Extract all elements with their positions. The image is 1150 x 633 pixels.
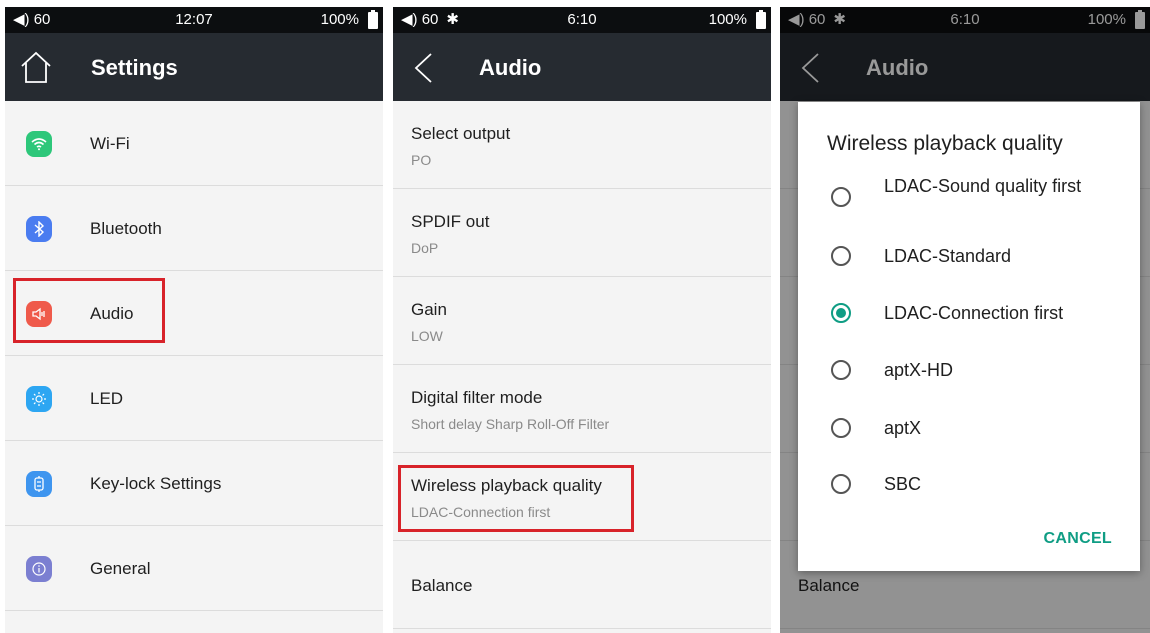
cancel-button[interactable]: CANCEL bbox=[1044, 530, 1112, 548]
setting-gain[interactable]: Gain LOW bbox=[393, 277, 771, 365]
back-arrow-icon[interactable] bbox=[413, 52, 433, 84]
radio-option-ldac-standard[interactable]: LDAC-Standard bbox=[798, 236, 1140, 276]
setting-value: Short delay Sharp Roll-Off Filter bbox=[411, 416, 610, 432]
app-bar: Audio bbox=[393, 33, 771, 101]
audio-settings-list: Select output PO SPDIF out DoP Gain LOW … bbox=[393, 101, 771, 629]
option-label: aptX-HD bbox=[884, 360, 954, 380]
radio-checked-icon[interactable] bbox=[831, 303, 851, 323]
setting-select-output[interactable]: Select output PO bbox=[393, 101, 771, 189]
radio-option-sbc[interactable]: SBC bbox=[798, 464, 1140, 504]
setting-spdif-out[interactable]: SPDIF out DoP bbox=[393, 189, 771, 277]
settings-item-key-lock[interactable]: Key-lock Settings bbox=[5, 441, 383, 526]
option-label: LDAC-Sound quality first bbox=[884, 176, 1082, 196]
wifi-icon bbox=[26, 131, 52, 157]
radio-option-aptx[interactable]: aptX bbox=[798, 408, 1140, 448]
setting-title: Select output bbox=[411, 124, 511, 143]
radio-unchecked-icon[interactable] bbox=[831, 418, 851, 438]
settings-item-audio[interactable]: Audio bbox=[5, 271, 383, 356]
option-label: LDAC-Connection first bbox=[884, 303, 1064, 323]
setting-title: Balance bbox=[411, 576, 473, 595]
settings-screen: ◀) 60 12:07 100% Settings Wi-Fi Bluetoot… bbox=[5, 7, 383, 633]
setting-value: LOW bbox=[411, 328, 443, 344]
status-bar: ◀) 60 ✱ 6:10 100% bbox=[393, 7, 771, 33]
option-label: LDAC-Standard bbox=[884, 246, 1012, 266]
status-bar: ◀) 60 12:07 100% bbox=[5, 7, 383, 33]
bluetooth-icon bbox=[26, 216, 52, 242]
settings-item-label: Wi-Fi bbox=[90, 134, 130, 153]
option-label: SBC bbox=[884, 474, 922, 494]
highlight-box bbox=[13, 278, 165, 343]
radio-unchecked-icon[interactable] bbox=[831, 360, 851, 380]
settings-list: Wi-Fi Bluetooth Audio LED Key-lock Setti… bbox=[5, 101, 383, 611]
dialog-title: Wireless playback quality bbox=[827, 132, 1063, 155]
lock-icon bbox=[26, 471, 52, 497]
page-title: Audio bbox=[479, 55, 542, 80]
radio-unchecked-icon[interactable] bbox=[831, 187, 851, 207]
setting-wireless-playback-quality[interactable]: Wireless playback quality LDAC-Connectio… bbox=[393, 453, 771, 541]
setting-title: SPDIF out bbox=[411, 212, 490, 231]
radio-option-ldac-sound-quality-first[interactable]: LDAC-Sound quality first bbox=[798, 176, 1140, 217]
radio-option-aptx-hd[interactable]: aptX-HD bbox=[798, 350, 1140, 390]
radio-option-ldac-connection-first[interactable]: LDAC-Connection first bbox=[798, 293, 1140, 333]
home-icon[interactable] bbox=[19, 50, 53, 84]
page-title: Settings bbox=[91, 55, 178, 80]
setting-value: PO bbox=[411, 152, 432, 168]
settings-item-general[interactable]: General bbox=[5, 526, 383, 611]
setting-digital-filter-mode[interactable]: Digital filter mode Short delay Sharp Ro… bbox=[393, 365, 771, 453]
battery-level: 100% bbox=[708, 11, 747, 28]
settings-item-label: Bluetooth bbox=[90, 219, 162, 238]
setting-balance[interactable]: Balance bbox=[393, 541, 771, 629]
radio-unchecked-icon[interactable] bbox=[831, 474, 851, 494]
highlight-box bbox=[398, 465, 634, 532]
settings-item-label: LED bbox=[90, 389, 124, 408]
settings-item-led[interactable]: LED bbox=[5, 356, 383, 441]
audio-dialog-screen: ◀) 60 ✱ 6:10 100% Audio Balance Wireless … bbox=[780, 7, 1150, 633]
setting-value: DoP bbox=[411, 240, 439, 256]
settings-item-wifi[interactable]: Wi-Fi bbox=[5, 101, 383, 186]
settings-item-label: Key-lock Settings bbox=[90, 474, 222, 493]
info-icon bbox=[26, 556, 52, 582]
settings-item-label: General bbox=[90, 559, 151, 578]
setting-title: Gain bbox=[411, 300, 447, 319]
audio-screen: ◀) 60 ✱ 6:10 100% Audio Select output PO … bbox=[393, 7, 771, 633]
sun-icon bbox=[26, 386, 52, 412]
settings-item-bluetooth[interactable]: Bluetooth bbox=[5, 186, 383, 271]
battery-level: 100% bbox=[320, 11, 359, 28]
battery-icon bbox=[368, 10, 378, 29]
wireless-quality-dialog: Wireless playback quality LDAC-Sound qua… bbox=[798, 102, 1140, 571]
setting-title: Digital filter mode bbox=[411, 388, 543, 407]
app-bar: Settings bbox=[5, 33, 383, 101]
option-label: aptX bbox=[884, 418, 922, 438]
radio-unchecked-icon[interactable] bbox=[831, 246, 851, 266]
battery-icon bbox=[756, 10, 766, 29]
